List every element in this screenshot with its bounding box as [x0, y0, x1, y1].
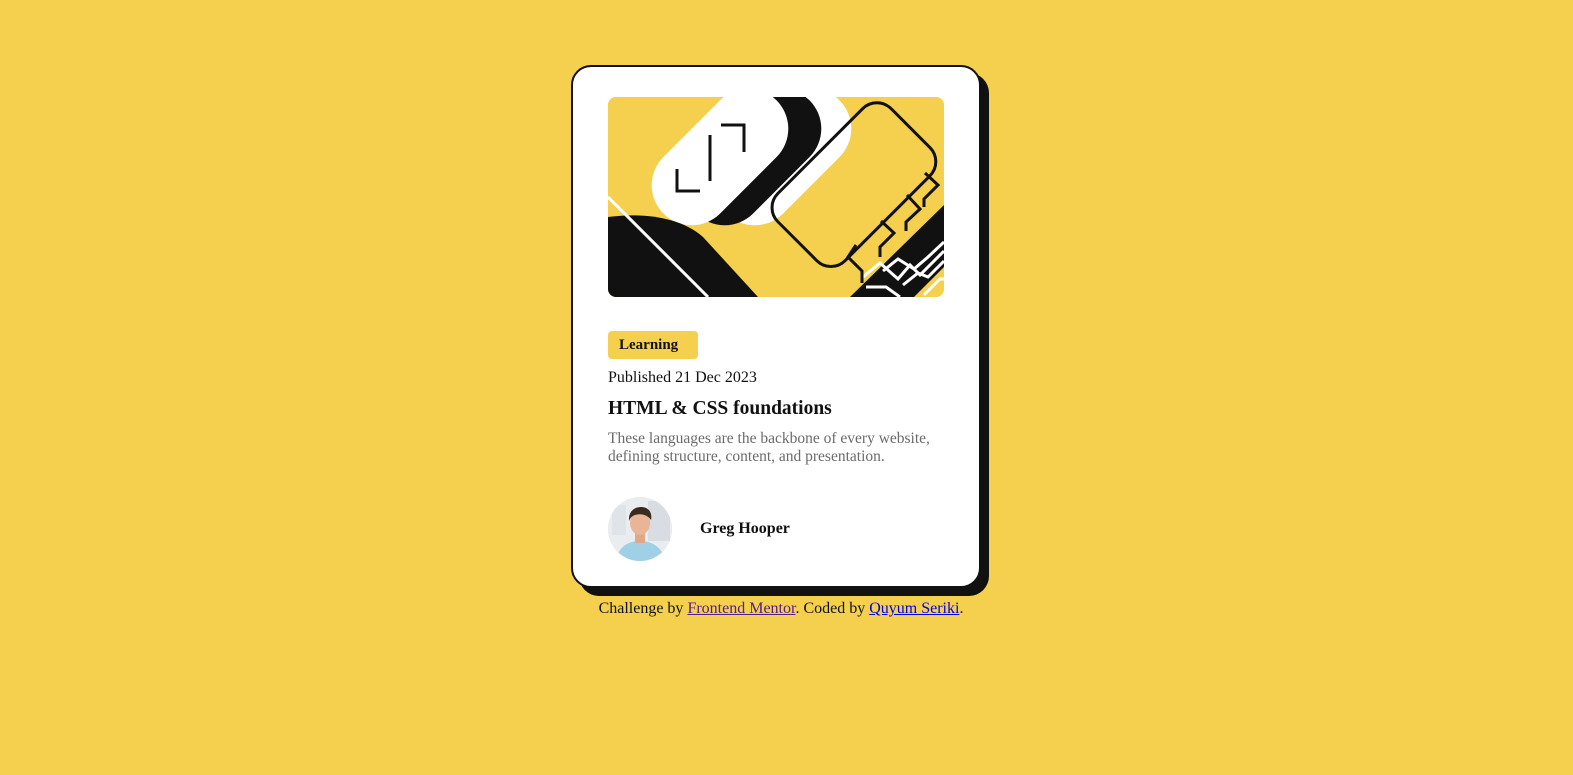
blog-illustration — [608, 97, 944, 297]
category-tag: Learning — [608, 331, 698, 359]
blog-preview-card: Learning Published 21 Dec 2023 HTML & CS… — [571, 65, 981, 588]
code-brackets-illustration-icon — [608, 97, 944, 297]
article-description: These languages are the backbone of ever… — [608, 430, 930, 465]
attribution-middle: . Coded by — [795, 600, 870, 617]
author-name: Greg Hooper — [700, 520, 790, 537]
person-portrait-icon — [608, 497, 672, 561]
frontend-mentor-link[interactable]: Frontend Mentor — [687, 600, 795, 617]
attribution-footer: Challenge by Frontend Mentor. Coded by Q… — [0, 599, 1562, 619]
attribution-suffix: . — [959, 600, 964, 617]
author-avatar — [608, 497, 672, 561]
author-profile-link[interactable]: Quyum Seriki — [869, 600, 959, 617]
publish-date: Published 21 Dec 2023 — [608, 369, 757, 386]
attribution-prefix: Challenge by — [598, 600, 688, 617]
article-title[interactable]: HTML & CSS foundations — [608, 397, 832, 421]
